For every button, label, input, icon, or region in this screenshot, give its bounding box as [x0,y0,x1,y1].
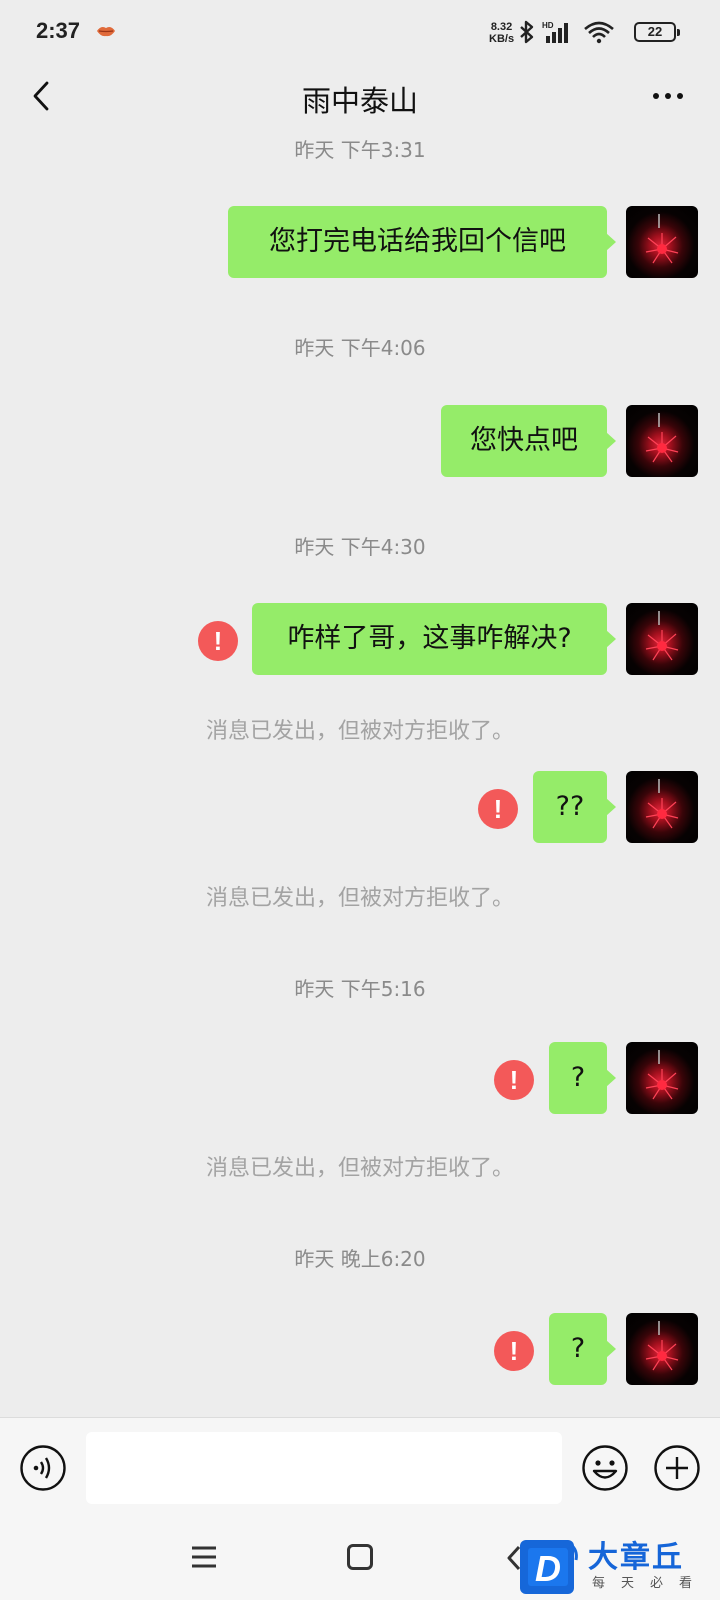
plus-icon[interactable] [653,1444,701,1492]
avatar[interactable] [626,206,698,278]
avatar[interactable] [626,603,698,675]
message-bubble[interactable]: ?? [533,771,616,843]
red-flower-icon [645,798,679,829]
red-flower-icon [645,1340,679,1371]
watermark-logo: D [520,1540,578,1594]
message-bubble[interactable]: 咋样了哥，这事咋解决? [252,603,616,675]
menu-icon[interactable] [190,1545,218,1569]
red-flower-icon [645,233,679,264]
rejected-notice: 消息已发出，但被对方拒收了。 [205,886,514,911]
message-bubble[interactable]: ? [549,1042,616,1114]
avatar[interactable] [626,405,698,477]
rejected-notice: 消息已发出，但被对方拒收了。 [205,719,514,744]
signal-icon: HD [542,21,568,43]
watermark-title: 大章丘 [588,1540,684,1575]
timestamp: 昨天 晚上6:20 [294,1247,426,1271]
message-input[interactable] [86,1432,562,1504]
net-speed: 8.32 KB/s [489,21,514,45]
timestamp: 昨天 下午4:30 [294,535,426,559]
timestamp: 昨天 下午3:31 [294,138,426,162]
voice-icon[interactable] [19,1444,67,1492]
net-speed-value: 8.32 [490,21,513,33]
wifi-icon [584,21,614,44]
home-icon[interactable] [347,1544,373,1570]
watermark-subtitle: 每天必看 [592,1576,709,1591]
more-button[interactable] [648,80,688,112]
input-bar [0,1417,720,1517]
chat-header: 雨中泰山 [0,64,720,132]
rejected-notice: 消息已发出，但被对方拒收了。 [205,1156,514,1181]
lips-icon [97,27,115,37]
chat-title: 雨中泰山 [301,84,418,118]
red-flower-icon [645,432,679,463]
watermark: D 大章丘 每天必看 [520,1532,720,1600]
send-failed-icon[interactable]: ! [494,1331,534,1371]
avatar[interactable] [626,1313,698,1385]
send-failed-icon[interactable]: ! [198,621,238,661]
status-time: 2:37 [36,18,81,43]
red-flower-icon [645,630,679,661]
message-bubble[interactable]: ? [549,1313,616,1385]
bluetooth-icon [520,20,534,44]
status-bar: 2:37 8.32 KB/s HD 22 [0,0,720,64]
avatar[interactable] [626,771,698,843]
battery-indicator: 22 [634,22,680,42]
watermark-logo-letter: D [535,1548,561,1589]
timestamp: 昨天 下午4:06 [294,336,426,360]
red-flower-icon [645,1069,679,1100]
hd-label: HD [542,21,554,30]
avatar[interactable] [626,1042,698,1114]
send-failed-icon[interactable]: ! [478,789,518,829]
emoji-icon[interactable] [581,1444,629,1492]
message-bubble[interactable]: 您快点吧 [441,405,616,477]
message-bubble[interactable]: 您打完电话给我回个信吧 [228,206,616,278]
message-list[interactable]: 昨天 下午3:31 您打完电话给我回个信吧 昨天 下午4:06 您快点吧 昨天 … [0,132,720,1417]
timestamp: 昨天 下午5:16 [294,977,426,1001]
net-speed-unit: KB/s [489,33,515,45]
send-failed-icon[interactable]: ! [494,1060,534,1100]
